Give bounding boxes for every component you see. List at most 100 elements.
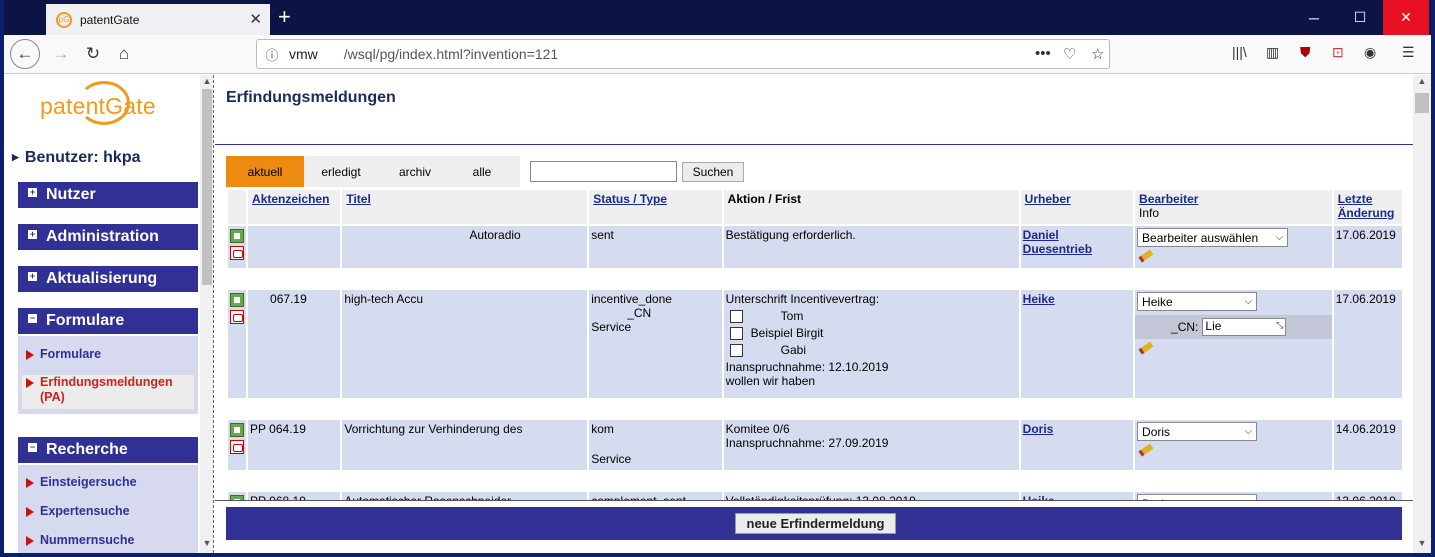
pdf-icon[interactable] — [230, 310, 244, 324]
section-aktualisierung[interactable]: + Aktualisierung — [18, 266, 198, 292]
sort-link[interactable]: Letzte Änderung — [1338, 192, 1395, 220]
select-value: Bearbeiter auswählen — [1142, 230, 1259, 245]
patentgate-favicon-icon: pG — [56, 11, 72, 28]
sort-link[interactable]: Urheber — [1025, 192, 1071, 206]
reload-icon[interactable]: ↻ — [78, 39, 108, 69]
forward-arrow-icon[interactable]: → — [46, 39, 76, 69]
open-record-icon[interactable] — [230, 229, 244, 243]
header-bearbeiter[interactable]: Bearbeiter Info — [1135, 190, 1332, 224]
table-row: 067.19 high-tech Accu incentive_done _CN… — [228, 290, 1402, 398]
home-icon[interactable]: ⌂ — [109, 39, 139, 69]
tab-aktuell[interactable]: aktuell — [226, 156, 304, 187]
section-nutzer[interactable]: + Nutzer — [18, 182, 198, 208]
section-formulare[interactable]: − Formulare — [18, 308, 198, 334]
scroll-down-icon[interactable]: ▼ — [1413, 538, 1431, 548]
library-icon[interactable]: |||\ — [1232, 44, 1247, 60]
cn-label: _CN: — [1171, 320, 1199, 334]
search-input[interactable] — [530, 161, 677, 182]
site-info-icon[interactable]: ⓘ — [257, 45, 287, 64]
urheber-link[interactable]: Daniel Duesentrieb — [1023, 228, 1092, 256]
scroll-up-icon[interactable]: ▲ — [1413, 76, 1431, 86]
section-administration[interactable]: + Administration — [18, 224, 198, 250]
header-letzte-aenderung[interactable]: Letzte Änderung — [1333, 190, 1402, 224]
scroll-down-icon[interactable]: ▼ — [200, 538, 213, 548]
cell-titel: Autoradio — [342, 226, 588, 268]
logo-text: patentGate — [40, 93, 156, 119]
tab-alle[interactable]: alle — [452, 156, 512, 187]
menu-icon[interactable]: ☰ — [1402, 44, 1415, 61]
status-service: Service — [591, 320, 632, 334]
account-icon[interactable]: ◉ — [1364, 44, 1376, 61]
sidebar-scrollbar[interactable]: ▲ ▼ — [200, 75, 213, 553]
pdf-icon[interactable] — [230, 246, 244, 260]
pocket-icon[interactable]: ♡ — [1063, 45, 1076, 63]
red-arrow-icon — [26, 536, 34, 546]
urheber-link[interactable]: Doris — [1023, 422, 1054, 436]
cn-info-textarea[interactable]: Lie — [1202, 318, 1287, 336]
sort-link[interactable]: Aktenzeichen — [252, 192, 329, 206]
cell-urheber: Daniel Duesentrieb — [1020, 226, 1134, 268]
cell-datum: 17.06.2019 — [1333, 226, 1402, 268]
header-aktion: Aktion / Frist — [723, 190, 1019, 224]
row-spacer — [228, 400, 1402, 418]
cell-urheber: Doris — [1020, 420, 1134, 470]
header-aktenzeichen[interactable]: Aktenzeichen — [248, 190, 341, 224]
browser-tab[interactable]: pG patentGate ✕ — [46, 4, 270, 35]
pencil-icon[interactable] — [1138, 443, 1154, 457]
scroll-up-icon[interactable]: ▲ — [200, 76, 213, 86]
new-tab-icon[interactable]: + — [278, 4, 291, 30]
window-close-icon[interactable]: ✕ — [1383, 0, 1429, 35]
filter-tabs: aktuell erledigt archiv alle — [226, 156, 520, 187]
select-value: Doris — [1142, 424, 1171, 439]
tab-erledigt[interactable]: erledigt — [304, 156, 378, 187]
scrollbar-thumb[interactable] — [1415, 93, 1429, 113]
submenu-item-expertensuche[interactable]: Expertensuche — [18, 504, 198, 533]
patentgate-logo[interactable]: patentGate — [40, 79, 168, 125]
search-button[interactable]: Suchen — [682, 162, 744, 182]
aktion-frist: Inanspruchnahme: 27.09.2019 — [725, 436, 889, 450]
submenu-item-erfindungsmeldungen[interactable]: Erfindungsmeldungen (PA) — [22, 375, 194, 409]
section-recherche[interactable]: − Recherche — [18, 437, 198, 463]
bookmark-star-icon[interactable]: ☆ — [1091, 45, 1104, 63]
submenu-label: Formulare — [40, 347, 102, 361]
extension-icon[interactable]: ⊡ — [1332, 44, 1344, 61]
aktion-note: wollen wir haben — [725, 374, 816, 388]
signature-checkbox[interactable] — [729, 326, 743, 340]
section-label: Nutzer — [46, 186, 96, 203]
pencil-icon[interactable] — [1138, 249, 1154, 263]
bearbeiter-select[interactable]: Heike ⌵ — [1137, 292, 1258, 311]
new-invention-button[interactable]: neue Erfindermeldung — [735, 513, 896, 534]
tab-close-icon[interactable]: ✕ — [249, 10, 262, 28]
submenu-item-formulare[interactable]: Formulare — [18, 347, 198, 375]
bearbeiter-select[interactable]: Doris ⌵ — [1137, 422, 1258, 441]
sort-link[interactable]: Titel — [346, 192, 370, 206]
sort-link[interactable]: Bearbeiter — [1139, 192, 1198, 206]
sidebar-toggle-icon[interactable]: ▥ — [1266, 44, 1279, 61]
inventions-table: Aktenzeichen Titel Status / Type Aktion … — [226, 188, 1404, 534]
collapse-minus-icon: − — [28, 313, 37, 323]
pdf-icon[interactable] — [230, 440, 244, 454]
header-urheber[interactable]: Urheber — [1020, 190, 1134, 224]
back-arrow-icon[interactable]: ← — [10, 39, 40, 69]
open-record-icon[interactable] — [230, 293, 244, 307]
submenu-item-einsteigersuche[interactable]: Einsteigersuche — [18, 475, 198, 504]
header-titel[interactable]: Titel — [342, 190, 588, 224]
url-bar[interactable]: ⓘ vmw /wsql/pg/index.html?invention=121 … — [256, 39, 1110, 69]
open-record-icon[interactable] — [230, 423, 244, 437]
submenu-item-nummernsuche[interactable]: Nummernsuche — [18, 533, 198, 553]
signature-checkbox[interactable] — [729, 309, 743, 323]
sort-link[interactable]: Status / Type — [593, 192, 667, 206]
tab-archiv[interactable]: archiv — [378, 156, 452, 187]
signature-checkbox[interactable] — [729, 343, 743, 357]
main-scrollbar[interactable]: ▲ ▼ — [1413, 75, 1431, 553]
triangle-icon: ▶ — [12, 152, 19, 162]
pencil-icon[interactable] — [1138, 341, 1154, 355]
header-status[interactable]: Status / Type — [589, 190, 722, 224]
urheber-link[interactable]: Heike — [1023, 292, 1055, 306]
bearbeiter-select[interactable]: Bearbeiter auswählen ⌵ — [1137, 228, 1289, 247]
minimize-icon[interactable]: ─ — [1291, 0, 1337, 35]
page-actions-icon[interactable]: ••• — [1035, 45, 1051, 62]
scrollbar-thumb[interactable] — [202, 89, 212, 285]
maximize-icon[interactable]: ☐ — [1337, 0, 1383, 35]
ublock-icon[interactable]: ⛊ — [1300, 44, 1311, 61]
